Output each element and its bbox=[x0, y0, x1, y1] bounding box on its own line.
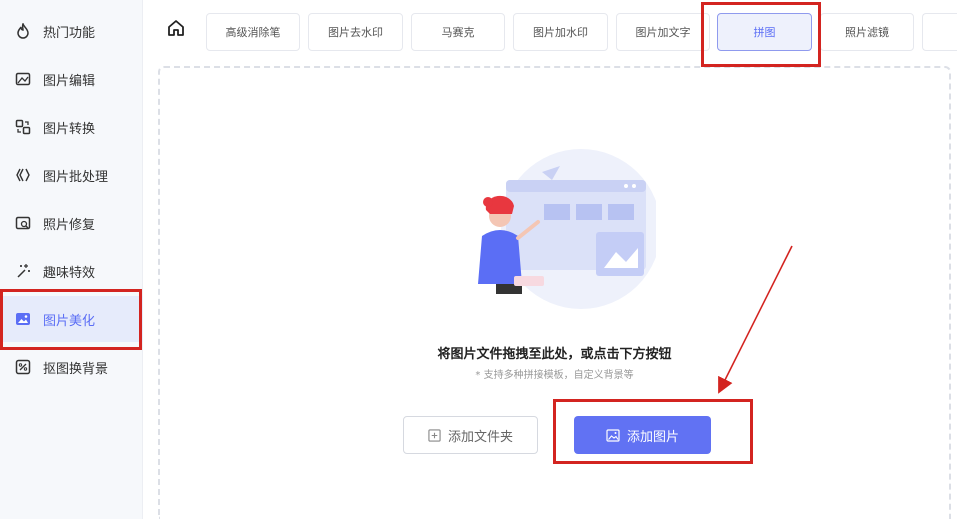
sidebar-item-photo-repair[interactable]: 照片修复 bbox=[0, 200, 143, 246]
home-button[interactable] bbox=[165, 19, 187, 41]
add-image-label: 添加图片 bbox=[626, 429, 679, 445]
sidebar-item-label: 照片修复 bbox=[43, 217, 96, 233]
tab-remove-watermark[interactable]: 图片去水印 bbox=[308, 13, 403, 51]
add-image-button[interactable]: 添加图片 bbox=[574, 416, 711, 454]
sidebar-item-beautify[interactable]: 图片美化 bbox=[0, 296, 143, 342]
tab-mosaic[interactable]: 马赛克 bbox=[411, 13, 505, 51]
sidebar-item-label: 图片批处理 bbox=[43, 169, 109, 185]
tab-advanced-eraser[interactable]: 高级消除笔 bbox=[206, 13, 300, 51]
sidebar-item-label: 趣味特效 bbox=[43, 265, 96, 281]
upload-title: 将图片文件拖拽至此处，或点击下方按钮 bbox=[437, 347, 672, 362]
batch-icon bbox=[14, 166, 32, 184]
sidebar-item-label: 抠图换背景 bbox=[43, 361, 109, 377]
sidebar-item-cutout[interactable]: 抠图换背景 bbox=[0, 344, 143, 390]
tab-collage[interactable]: 拼图 bbox=[717, 13, 812, 51]
convert-icon bbox=[14, 118, 32, 136]
sidebar-item-label: 图片美化 bbox=[43, 313, 96, 329]
tab-add-watermark[interactable]: 图片加水印 bbox=[513, 13, 608, 51]
image-edit-icon bbox=[14, 70, 32, 88]
beautify-icon bbox=[14, 310, 32, 328]
sidebar-item-convert[interactable]: 图片转换 bbox=[0, 104, 143, 150]
flame-icon bbox=[14, 22, 32, 40]
sidebar-item-batch[interactable]: 图片批处理 bbox=[0, 152, 143, 198]
home-icon bbox=[166, 18, 186, 42]
sidebar-item-hot[interactable]: 热门功能 bbox=[0, 8, 143, 54]
sidebar-item-label: 图片转换 bbox=[43, 121, 96, 137]
sparkle-icon bbox=[14, 262, 32, 280]
sidebar-item-image-edit[interactable]: 图片编辑 bbox=[0, 56, 143, 102]
sidebar-item-label: 图片编辑 bbox=[43, 73, 96, 89]
upload-dropzone[interactable]: 将图片文件拖拽至此处，或点击下方按钮 * 支持多种拼接模板，自定义背景等 添加文… bbox=[158, 66, 951, 519]
tab-photo-filter[interactable]: 照片滤镜 bbox=[820, 13, 914, 51]
sidebar: 热门功能 图片编辑 图片转换 图片批处理 照片修复 趣味特效 图片美化 抠图换背… bbox=[0, 0, 143, 519]
feature-tab-bar: 高级消除笔 图片去水印 马赛克 图片加水印 图片加文字 拼图 照片滤镜 bbox=[143, 0, 957, 62]
tab-add-text[interactable]: 图片加文字 bbox=[616, 13, 710, 51]
add-folder-button[interactable]: 添加文件夹 bbox=[403, 416, 538, 454]
upload-subtitle: * 支持多种拼接模板，自定义背景等 bbox=[475, 370, 634, 381]
photo-repair-icon bbox=[14, 214, 32, 232]
sidebar-item-effects[interactable]: 趣味特效 bbox=[0, 248, 143, 294]
sidebar-item-label: 热门功能 bbox=[43, 25, 96, 41]
upload-illustration bbox=[478, 149, 656, 309]
image-icon bbox=[606, 428, 620, 442]
tab-more[interactable] bbox=[922, 13, 957, 51]
cutout-icon bbox=[14, 358, 32, 376]
add-folder-label: 添加文件夹 bbox=[447, 429, 513, 445]
folder-plus-icon bbox=[428, 428, 441, 442]
